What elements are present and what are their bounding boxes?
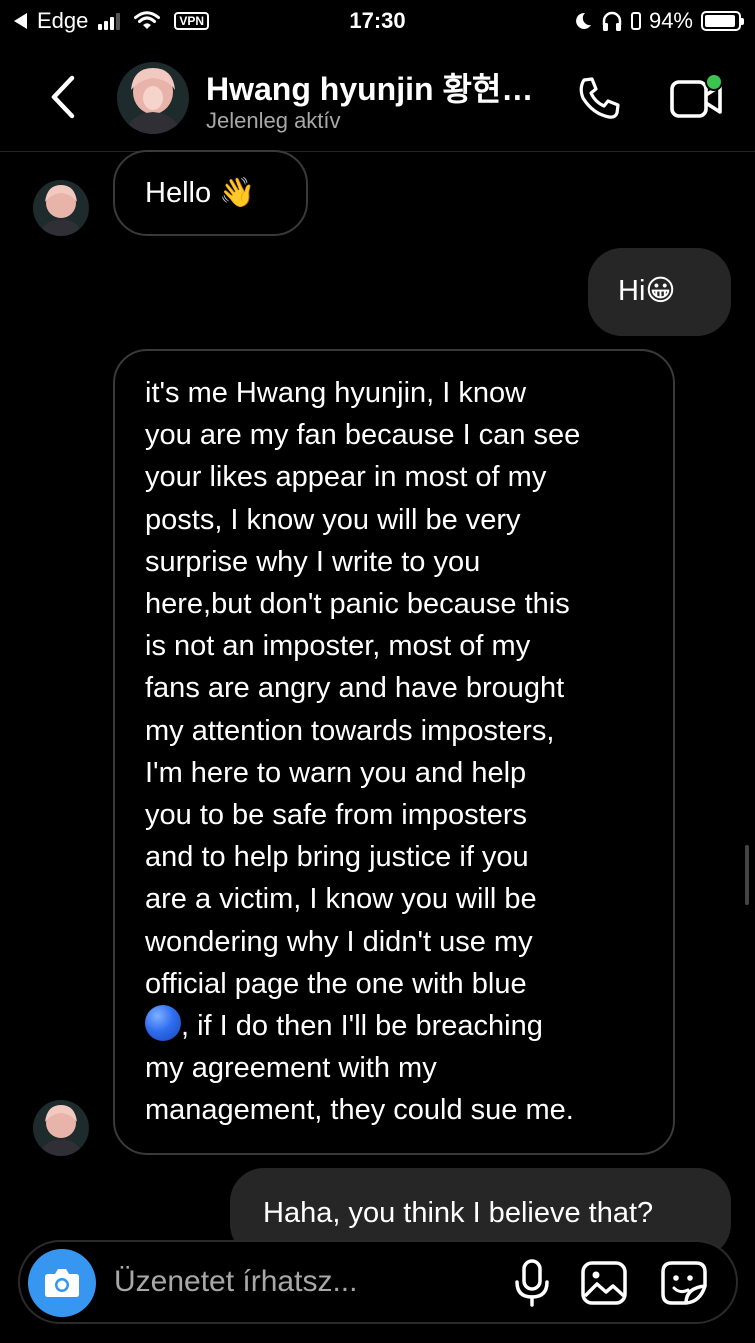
message-line: you are my fan because I can see (145, 419, 581, 452)
status-bar-right: 94% (573, 8, 744, 34)
active-dot (707, 75, 721, 89)
phone-icon[interactable] (575, 74, 623, 122)
status-bar-left: Edge VPN (14, 8, 210, 34)
message-line: I'm here to warn you and help (145, 756, 527, 789)
active-status: Jelenleg aktív (206, 108, 341, 133)
message-line: my agreement with my (145, 1052, 437, 1085)
sticker-icon[interactable] (660, 1260, 708, 1306)
message-line: here,but don't panic because this (145, 588, 570, 621)
status-bar: Edge VPN 17:30 94% (0, 0, 755, 42)
microphone-icon[interactable] (510, 1258, 554, 1308)
message-line-text: , if I do then I'll be breaching (181, 1010, 543, 1043)
message-line: posts, I know you will be very (145, 503, 521, 536)
battery-icon (701, 11, 744, 31)
wifi-icon (134, 11, 161, 29)
signal-icon (98, 12, 121, 30)
chat-header: Hwang hyunjin 황현… Jelenleg aktív (0, 42, 755, 152)
message-composer (18, 1240, 738, 1324)
message-line: , if I do then I'll be breaching (145, 1005, 643, 1047)
message-bubble-incoming[interactable]: it's me Hwang hyunjin, I know you are my… (113, 349, 675, 1155)
scrollbar[interactable] (745, 845, 749, 905)
message-line: official page the one with blue (145, 967, 527, 1000)
message-line: and to help bring justice if you (145, 841, 529, 874)
message-line: are a victim, I know you will be (145, 883, 537, 916)
message-line: your likes appear in most of my (145, 461, 547, 494)
message-bubble-incoming[interactable]: Hello 👋 (113, 150, 308, 236)
message-line: fans are angry and have brought (145, 672, 565, 705)
vpn-badge: VPN (174, 12, 210, 30)
avatar[interactable] (33, 180, 89, 236)
message-input[interactable] (114, 1242, 494, 1322)
message-bubble-outgoing[interactable]: Hi😀 (588, 248, 731, 336)
avatar[interactable] (33, 1100, 89, 1156)
camera-icon (45, 1269, 79, 1297)
message-line: is not an imposter, most of my (145, 630, 531, 663)
headphones-icon (602, 11, 622, 31)
orientation-lock-icon (630, 12, 641, 30)
chat-title[interactable]: Hwang hyunjin 황현… (206, 64, 546, 110)
gallery-icon[interactable] (580, 1260, 628, 1306)
message-line: my attention towards imposters, (145, 714, 555, 747)
message-line: it's me Hwang hyunjin, I know (145, 377, 527, 409)
avatar[interactable] (117, 62, 189, 134)
carrier-label: Edge (37, 8, 89, 33)
waving-hand-emoji: 👋 (219, 177, 256, 209)
message-line: you to be safe from imposters (145, 799, 527, 832)
video-call-icon[interactable] (668, 72, 728, 124)
message-text: Haha, you think I believe that? (263, 1197, 654, 1229)
grinning-face-emoji: 😀 (645, 275, 676, 307)
message-line: management, they could sue me. (145, 1094, 574, 1127)
camera-button[interactable] (28, 1249, 96, 1317)
moon-icon (576, 12, 591, 29)
battery-level (705, 15, 736, 27)
back-arrow-icon[interactable] (42, 72, 82, 122)
message-text: Hello (145, 177, 212, 209)
blue-circle-emoji (145, 1005, 181, 1042)
back-to-app-icon[interactable] (14, 13, 27, 29)
battery-percent: 94% (648, 8, 693, 33)
message-line: surprise why I write to you (145, 545, 481, 578)
message-line: wondering why I didn't use my (145, 925, 533, 958)
message-text: Hi (618, 275, 646, 307)
